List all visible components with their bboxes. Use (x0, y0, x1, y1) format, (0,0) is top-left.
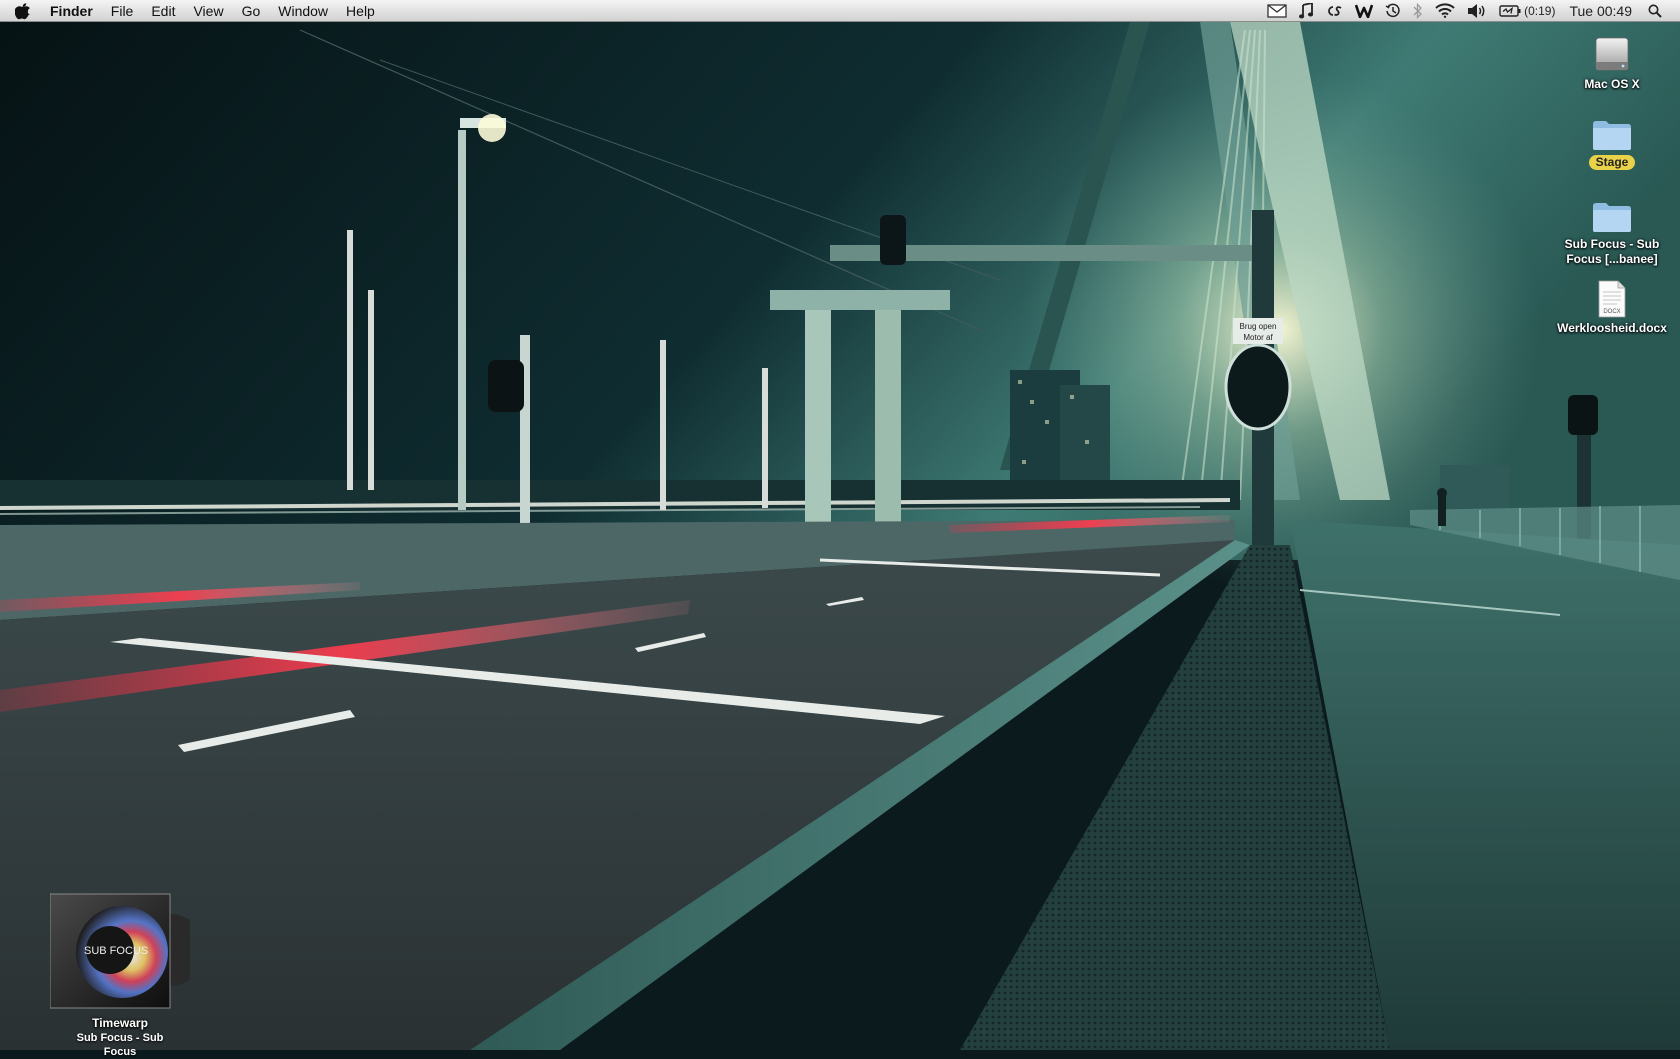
album-artist: Sub Focus - Sub Focus (76, 1032, 164, 1058)
bluetooth-icon (1413, 2, 1423, 19)
volume-status-item[interactable] (1461, 0, 1493, 22)
bluetooth-status-item[interactable] (1407, 0, 1429, 22)
apple-logo-icon (15, 2, 31, 19)
folder-icon (1593, 203, 1631, 232)
time-machine-status-item[interactable] (1379, 0, 1407, 22)
menubar-clock[interactable]: Tue 00:49 (1561, 0, 1642, 22)
magnifier-icon (1648, 4, 1662, 18)
battery-charging-icon (1499, 4, 1521, 17)
wallpaper-sign-line1: Brug open (1240, 322, 1277, 331)
envelope-icon (1267, 3, 1287, 18)
menu-view[interactable]: View (184, 0, 232, 22)
cs-status-item[interactable] (1319, 0, 1349, 22)
cs-monogram-icon (1328, 5, 1342, 16)
battery-time-remaining: (0:19) (1524, 3, 1556, 18)
desktop-item-label: Werkloosheid.docx (1557, 321, 1667, 335)
desktop-item-album-timewarp[interactable]: SUB FOCUS Timewarp Sub Focus - Sub Focus (50, 890, 190, 1059)
mail-status-item[interactable] (1261, 0, 1293, 22)
menu-bar: Finder File Edit View Go Window Help (0:… (0, 0, 1680, 22)
spotlight-button[interactable] (1642, 0, 1668, 22)
folder-icon (1593, 121, 1631, 150)
desktop-item-label: Stage (1588, 155, 1636, 170)
desktop-item-label: Mac OS X (1584, 77, 1640, 91)
menu-help[interactable]: Help (337, 0, 384, 22)
time-machine-icon (1385, 3, 1400, 17)
desktop-item-sub-focus-folder[interactable]: Sub Focus - Sub Focus [...banee] (1552, 192, 1672, 267)
wifi-icon (1435, 3, 1455, 18)
music-note-icon (1299, 2, 1314, 18)
menu-file[interactable]: File (102, 0, 143, 22)
album-title: Timewarp (92, 1016, 148, 1030)
menu-edit[interactable]: Edit (142, 0, 184, 22)
apple-menu[interactable] (0, 0, 46, 22)
desktop-item-stage[interactable]: Stage (1552, 110, 1672, 170)
desktop-item-werkloosheid-docx[interactable]: DOCX Werkloosheid.docx (1552, 274, 1672, 336)
desktop-wallpaper: Brug open Motor af (0, 0, 1680, 1050)
speaker-icon (1468, 3, 1485, 18)
album-cover-icon: SUB FOCUS (50, 893, 190, 1009)
docx-document-icon: DOCX (1598, 280, 1626, 318)
hard-drive-icon (1595, 37, 1629, 71)
word-w-icon (1355, 4, 1374, 18)
wallpaper-sign-line2: Motor af (1243, 333, 1273, 342)
wifi-status-item[interactable] (1429, 0, 1461, 22)
menu-window[interactable]: Window (269, 0, 337, 22)
docx-badge: DOCX (1603, 309, 1620, 315)
app-menu-finder[interactable]: Finder (46, 0, 102, 22)
menu-go[interactable]: Go (233, 0, 270, 22)
album-cover-text: SUB FOCUS (84, 945, 148, 957)
battery-status-item[interactable]: (0:19) (1493, 0, 1561, 22)
desktop-item-mac-os-x[interactable]: Mac OS X (1552, 28, 1672, 92)
desktop-item-label: Sub Focus - Sub Focus [...banee] (1564, 237, 1660, 266)
itunes-status-item[interactable] (1293, 0, 1319, 22)
word-status-item[interactable] (1349, 0, 1379, 22)
